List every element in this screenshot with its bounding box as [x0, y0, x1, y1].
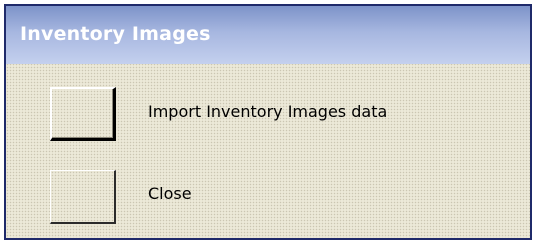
title-bar: Inventory Images: [6, 6, 530, 64]
window-title: Inventory Images: [20, 23, 211, 45]
import-inventory-images-label: Import Inventory Images data: [148, 102, 388, 121]
import-inventory-images-button[interactable]: [50, 87, 116, 141]
close-button[interactable]: [50, 170, 116, 224]
dialog-window: Inventory Images Import Inventory Images…: [4, 4, 532, 240]
close-label: Close: [148, 184, 192, 203]
